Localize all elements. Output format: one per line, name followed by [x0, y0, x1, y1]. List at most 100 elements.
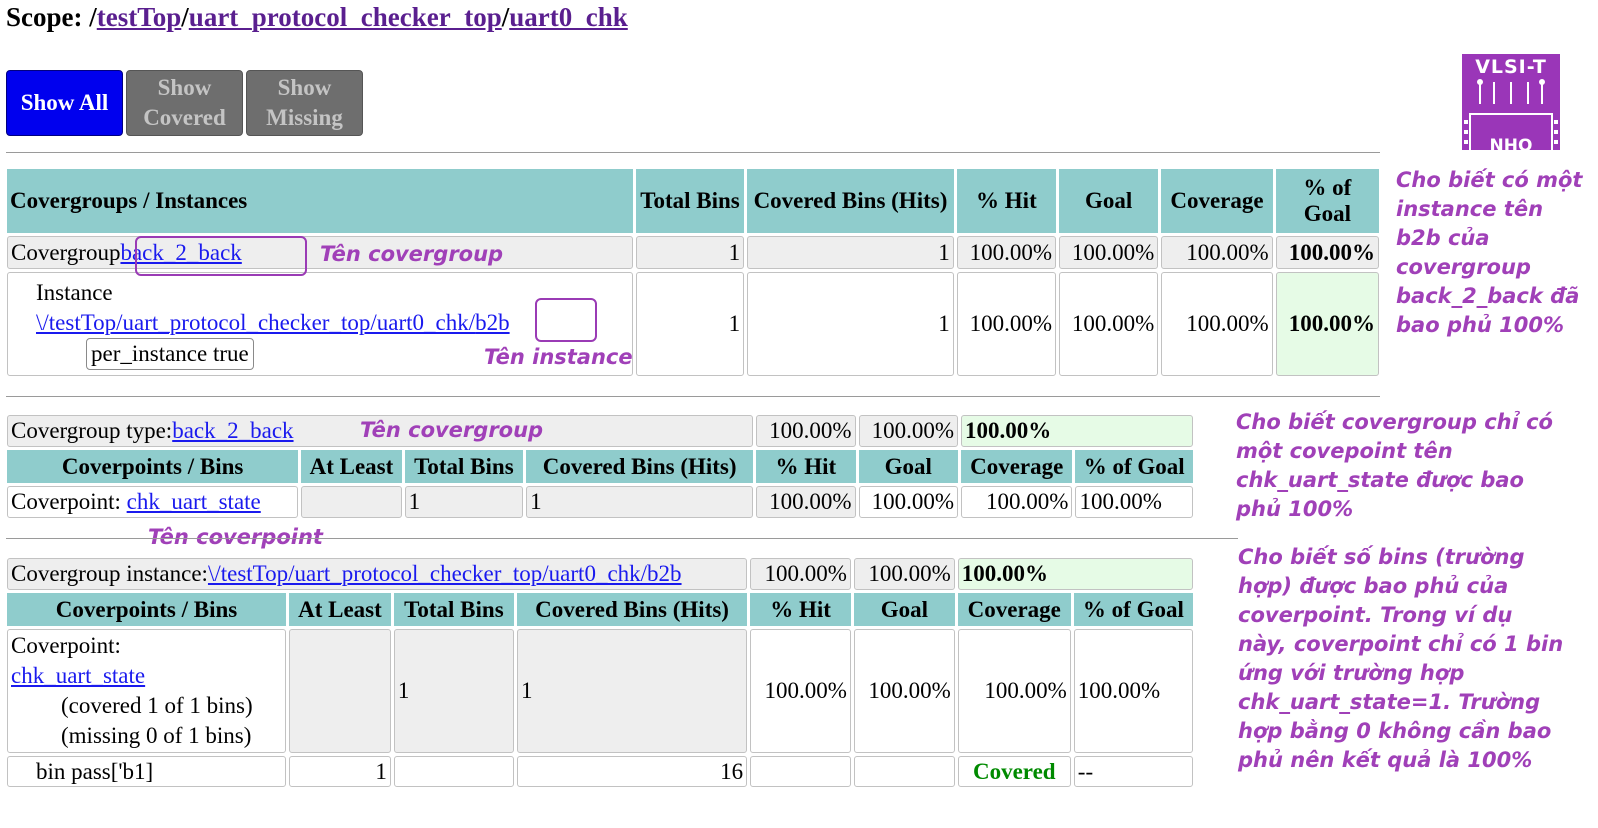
goal-value: 100.00% — [1059, 236, 1159, 269]
pct-of-goal-value: 100.00% — [1075, 486, 1193, 518]
coverpoint-link[interactable]: chk_uart_state — [11, 663, 145, 688]
total-bins-value: 1 — [404, 486, 524, 518]
crumb-uart0-chk[interactable]: uart0_chk — [509, 2, 628, 32]
summary-coverage: 100.00% — [858, 415, 958, 447]
col-goal: Goal — [1059, 169, 1159, 233]
per-instance-option: per_instance true — [86, 338, 254, 370]
col-goal: Goal — [853, 593, 955, 626]
summary-pct-of-goal: 100.00% — [957, 558, 1193, 590]
col-pct-hit: % Hit — [750, 593, 851, 626]
covergroup-type-link[interactable]: back_2_back — [172, 418, 293, 443]
col-pct-of-goal: % of Goal — [1075, 450, 1193, 483]
covered-bins-value: 1 — [747, 272, 954, 376]
goal-value: 100.00% — [858, 486, 958, 518]
col-pct-of-goal: % of Goal — [1275, 169, 1379, 233]
covered-bins-value: 1 — [517, 629, 748, 753]
annotation-covergroup-name: Tên covergroup — [320, 242, 504, 266]
table-row: bin pass['b1] 1 16 Covered -- — [7, 756, 1193, 787]
bin-total — [393, 756, 514, 787]
col-at-least: At Least — [301, 450, 402, 483]
col-pct-hit: % Hit — [756, 450, 856, 483]
col-coverage: Coverage — [957, 593, 1071, 626]
bin-pct-of-goal: -- — [1073, 756, 1193, 787]
divider — [6, 396, 1380, 397]
covergroup-instance-link[interactable]: \/testTop/uart_protocol_checker_top/uart… — [208, 561, 682, 586]
pct-hit-value: 100.00% — [956, 236, 1057, 269]
vlsi-logo: VLSI-T NHO — [1462, 54, 1560, 150]
col-goal: Goal — [858, 450, 958, 483]
missing-note: (missing 0 of 1 bins) — [61, 723, 252, 748]
bin-name: bin pass['b1] — [7, 756, 287, 787]
coverage-value: 100.00% — [960, 486, 1073, 518]
col-coverage: Coverage — [960, 450, 1073, 483]
pct-hit-value: 100.00% — [750, 629, 851, 753]
total-bins-value: 1 — [635, 236, 745, 269]
covergroup-type-table: Covergroup type:back_2_back 100.00% 100.… — [4, 412, 1196, 521]
crumb-uart-protocol-checker-top[interactable]: uart_protocol_checker_top — [189, 2, 502, 32]
logo-subtext: NHO — [1490, 136, 1533, 150]
coverage-value: 100.00% — [957, 629, 1071, 753]
table-row: Coverpoint: chk_uart_state (covered 1 of… — [7, 629, 1193, 753]
coverpoint-cell: Coverpoint: chk_uart_state (covered 1 of… — [7, 629, 287, 753]
pct-of-goal-value: 100.00% — [1073, 629, 1193, 753]
covergroup-instance-cell: Covergroup instance:\/testTop/uart_proto… — [7, 558, 748, 590]
goal-value: 100.00% — [853, 629, 955, 753]
pct-of-goal-value: 100.00% — [1275, 236, 1379, 269]
col-coverpoints-bins: Coverpoints / Bins — [7, 593, 287, 626]
annotation-note-3: Cho biết số bins (trường hợp) được bao p… — [1238, 545, 1564, 772]
total-bins-value: 1 — [393, 629, 514, 753]
bin-goal — [853, 756, 955, 787]
pct-hit-value: 100.00% — [956, 272, 1057, 376]
covered-bins-value: 1 — [526, 486, 754, 518]
pct-of-goal-value: 100.00% — [1275, 272, 1379, 376]
annotation-instance-name: Tên instance — [484, 345, 633, 369]
bin-at-least: 1 — [289, 756, 391, 787]
col-covered-bins: Covered Bins (Hits) — [747, 169, 954, 233]
col-covergroups-instances: Covergroups / Instances — [7, 169, 633, 233]
at-least-value — [301, 486, 402, 518]
col-total-bins: Total Bins — [635, 169, 745, 233]
col-total-bins: Total Bins — [404, 450, 524, 483]
coverpoint-cell: Coverpoint: chk_uart_state — [7, 486, 299, 518]
instance-path-link[interactable]: \/testTop/uart_protocol_checker_top/uart… — [36, 310, 510, 335]
col-total-bins: Total Bins — [393, 593, 514, 626]
summary-pct-hit: 100.00% — [750, 558, 851, 590]
summary-coverage: 100.00% — [853, 558, 955, 590]
pct-hit-value: 100.00% — [756, 486, 856, 518]
bin-pct-hit — [750, 756, 851, 787]
goal-value: 100.00% — [1059, 272, 1159, 376]
total-bins-value: 1 — [635, 272, 745, 376]
coverpoint-link[interactable]: chk_uart_state — [127, 489, 261, 514]
covered-bins-value: 1 — [747, 236, 954, 269]
table-row: Coverpoint: chk_uart_state 1 1 100.00% 1… — [7, 486, 1193, 518]
divider — [6, 152, 1380, 153]
summary-pct-of-goal: 100.00% — [960, 415, 1193, 447]
summary-pct-hit: 100.00% — [756, 415, 856, 447]
covergroup-instance-table: Covergroup instance:\/testTop/uart_proto… — [4, 555, 1196, 790]
col-pct-hit: % Hit — [956, 169, 1057, 233]
coverage-value: 100.00% — [1161, 236, 1273, 269]
annotation-note-2: Cho biết covergroup chỉ có một covepoint… — [1236, 410, 1553, 521]
col-coverage: Coverage — [1161, 169, 1273, 233]
highlight-box — [535, 298, 597, 342]
divider — [6, 538, 1238, 539]
show-covered-button[interactable]: Show Covered — [126, 70, 243, 136]
annotation-note-1: Cho biết có một instance tên b2b của cov… — [1396, 168, 1583, 337]
scope-breadcrumb: Scope: /testTop/uart_protocol_checker_to… — [6, 2, 628, 32]
coverage-value: 100.00% — [1161, 272, 1273, 376]
show-missing-button[interactable]: Show Missing — [246, 70, 363, 136]
bin-status: Covered — [957, 756, 1071, 787]
chip-icon: NHO — [1464, 79, 1558, 150]
scope-label: Scope: / — [6, 2, 97, 32]
col-covered-bins: Covered Bins (Hits) — [526, 450, 754, 483]
show-all-button[interactable]: Show All — [6, 70, 123, 136]
table-row: Instance \/testTop/uart_protocol_checker… — [7, 272, 1379, 376]
col-pct-of-goal: % of Goal — [1073, 593, 1193, 626]
col-covered-bins: Covered Bins (Hits) — [517, 593, 748, 626]
highlight-box — [135, 236, 307, 276]
annotation-covergroup-name: Tên covergroup — [360, 418, 544, 442]
crumb-testtop[interactable]: testTop — [97, 2, 182, 32]
col-at-least: At Least — [289, 593, 391, 626]
covered-note: (covered 1 of 1 bins) — [61, 693, 253, 718]
bin-hits: 16 — [517, 756, 748, 787]
